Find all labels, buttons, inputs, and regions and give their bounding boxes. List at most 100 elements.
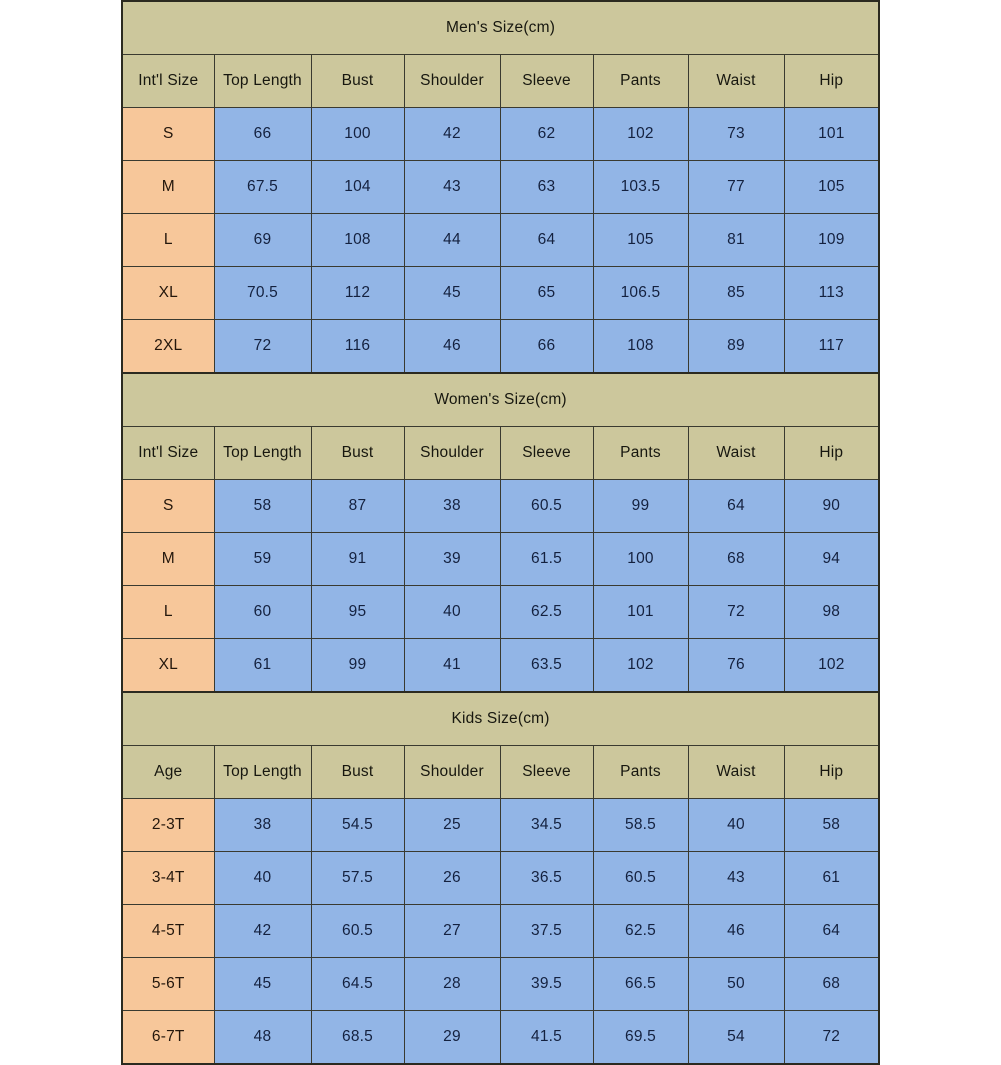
measurement-cell: 29 bbox=[403, 1010, 501, 1065]
table-row: 2-3T 38 54.5 25 34.5 58.5 40 58 bbox=[121, 798, 880, 852]
size-label-cell: XL bbox=[121, 638, 215, 693]
column-header: Int'l Size bbox=[121, 426, 215, 480]
measurement-cell: 94 bbox=[783, 532, 880, 586]
measurement-cell: 38 bbox=[213, 798, 312, 852]
size-label-cell: S bbox=[121, 479, 215, 533]
size-label-cell: 3-4T bbox=[121, 851, 215, 905]
table-row: XL 70.5 112 45 65 106.5 85 113 bbox=[121, 266, 880, 320]
table-row: M 59 91 39 61.5 100 68 94 bbox=[121, 532, 880, 586]
section-title-womens: Women's Size(cm) bbox=[121, 372, 880, 427]
measurement-cell: 26 bbox=[403, 851, 501, 905]
column-header: Sleeve bbox=[499, 426, 594, 480]
measurement-cell: 42 bbox=[213, 904, 312, 958]
column-header: Age bbox=[121, 745, 215, 799]
size-label-cell: S bbox=[121, 107, 215, 161]
measurement-cell: 61 bbox=[783, 851, 880, 905]
measurement-cell: 45 bbox=[403, 266, 501, 320]
table-row: L 69 108 44 64 105 81 109 bbox=[121, 213, 880, 267]
measurement-cell: 59 bbox=[213, 532, 312, 586]
measurement-cell: 87 bbox=[310, 479, 405, 533]
measurement-cell: 57.5 bbox=[310, 851, 405, 905]
column-header: Top Length bbox=[213, 745, 312, 799]
measurement-cell: 46 bbox=[403, 319, 501, 374]
column-header: Waist bbox=[687, 426, 785, 480]
size-label-cell: L bbox=[121, 213, 215, 267]
size-chart-body: Men's Size(cm) Int'l Size Top Length Bust Sh… bbox=[121, 0, 880, 1065]
measurement-cell: 117 bbox=[783, 319, 880, 374]
measurement-cell: 68 bbox=[783, 957, 880, 1011]
measurement-cell: 72 bbox=[783, 1010, 880, 1065]
measurement-cell: 60.5 bbox=[310, 904, 405, 958]
column-header: Hip bbox=[783, 54, 880, 108]
section-title-row-womens: Women's Size(cm) bbox=[121, 372, 880, 427]
measurement-cell: 34.5 bbox=[499, 798, 594, 852]
measurement-cell: 101 bbox=[592, 585, 689, 639]
measurement-cell: 36.5 bbox=[499, 851, 594, 905]
column-header: Sleeve bbox=[499, 54, 594, 108]
measurement-cell: 101 bbox=[783, 107, 880, 161]
measurement-cell: 103.5 bbox=[592, 160, 689, 214]
measurement-cell: 54 bbox=[687, 1010, 785, 1065]
measurement-cell: 27 bbox=[403, 904, 501, 958]
measurement-cell: 45 bbox=[213, 957, 312, 1011]
measurement-cell: 106.5 bbox=[592, 266, 689, 320]
column-header: Hip bbox=[783, 426, 880, 480]
measurement-cell: 72 bbox=[687, 585, 785, 639]
measurement-cell: 69.5 bbox=[592, 1010, 689, 1065]
column-header: Bust bbox=[310, 54, 405, 108]
measurement-cell: 95 bbox=[310, 585, 405, 639]
table-row: 6-7T 48 68.5 29 41.5 69.5 54 72 bbox=[121, 1010, 880, 1065]
column-header: Pants bbox=[592, 745, 689, 799]
measurement-cell: 105 bbox=[783, 160, 880, 214]
measurement-cell: 66 bbox=[213, 107, 312, 161]
measurement-cell: 50 bbox=[687, 957, 785, 1011]
column-header: Sleeve bbox=[499, 745, 594, 799]
measurement-cell: 64 bbox=[499, 213, 594, 267]
measurement-cell: 105 bbox=[592, 213, 689, 267]
measurement-cell: 63.5 bbox=[499, 638, 594, 693]
column-header: Top Length bbox=[213, 54, 312, 108]
measurement-cell: 60 bbox=[213, 585, 312, 639]
measurement-cell: 43 bbox=[403, 160, 501, 214]
size-label-cell: 2-3T bbox=[121, 798, 215, 852]
measurement-cell: 39 bbox=[403, 532, 501, 586]
measurement-cell: 77 bbox=[687, 160, 785, 214]
measurement-cell: 102 bbox=[592, 107, 689, 161]
column-header: Shoulder bbox=[403, 426, 501, 480]
size-label-cell: XL bbox=[121, 266, 215, 320]
measurement-cell: 100 bbox=[592, 532, 689, 586]
measurement-cell: 62.5 bbox=[499, 585, 594, 639]
measurement-cell: 90 bbox=[783, 479, 880, 533]
measurement-cell: 76 bbox=[687, 638, 785, 693]
measurement-cell: 66.5 bbox=[592, 957, 689, 1011]
measurement-cell: 99 bbox=[310, 638, 405, 693]
table-row: XL 61 99 41 63.5 102 76 102 bbox=[121, 638, 880, 693]
column-header: Shoulder bbox=[403, 745, 501, 799]
column-header: Shoulder bbox=[403, 54, 501, 108]
measurement-cell: 72 bbox=[213, 319, 312, 374]
measurement-cell: 40 bbox=[687, 798, 785, 852]
measurement-cell: 44 bbox=[403, 213, 501, 267]
column-header: Waist bbox=[687, 54, 785, 108]
measurement-cell: 42 bbox=[403, 107, 501, 161]
table-row: 2XL 72 116 46 66 108 89 117 bbox=[121, 319, 880, 374]
measurement-cell: 99 bbox=[592, 479, 689, 533]
measurement-cell: 68.5 bbox=[310, 1010, 405, 1065]
column-header: Bust bbox=[310, 745, 405, 799]
measurement-cell: 69 bbox=[213, 213, 312, 267]
table-row: S 66 100 42 62 102 73 101 bbox=[121, 107, 880, 161]
section-title-kids: Kids Size(cm) bbox=[121, 691, 880, 746]
column-header-row-mens: Int'l Size Top Length Bust Shoulder Sleeve Pa… bbox=[121, 54, 880, 108]
measurement-cell: 60.5 bbox=[499, 479, 594, 533]
measurement-cell: 25 bbox=[403, 798, 501, 852]
measurement-cell: 64 bbox=[783, 904, 880, 958]
measurement-cell: 43 bbox=[687, 851, 785, 905]
measurement-cell: 108 bbox=[310, 213, 405, 267]
measurement-cell: 91 bbox=[310, 532, 405, 586]
measurement-cell: 61 bbox=[213, 638, 312, 693]
measurement-cell: 37.5 bbox=[499, 904, 594, 958]
measurement-cell: 54.5 bbox=[310, 798, 405, 852]
measurement-cell: 67.5 bbox=[213, 160, 312, 214]
size-label-cell: 5-6T bbox=[121, 957, 215, 1011]
section-title-row-kids: Kids Size(cm) bbox=[121, 691, 880, 746]
